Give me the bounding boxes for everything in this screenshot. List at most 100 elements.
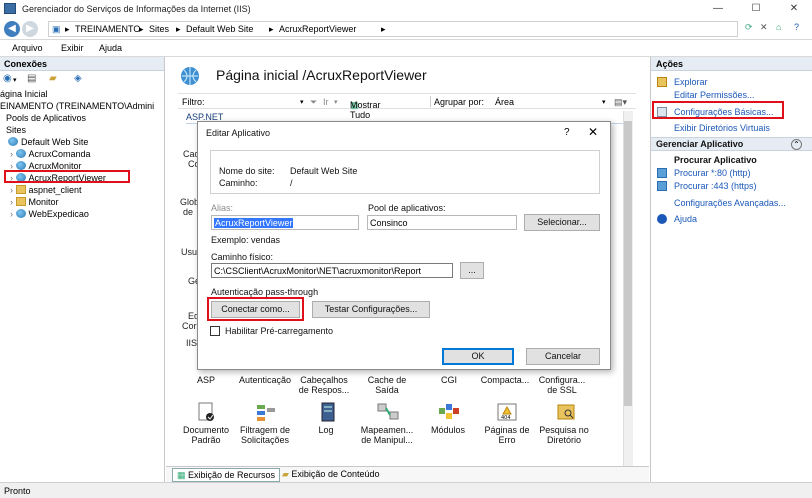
- actions-header: Ações: [651, 57, 812, 71]
- feature-ssl-settings[interactable]: Configura... de SSL: [534, 375, 590, 395]
- feature-request-filtering[interactable]: Filtragem de Solicitações: [237, 425, 293, 445]
- preload-checkbox[interactable]: [210, 326, 220, 336]
- feature-compression[interactable]: Compacta...: [477, 375, 533, 385]
- physical-path-input[interactable]: C:\CSClient\AcruxMonitor\NET\acruxmonito…: [211, 263, 453, 278]
- partial-label: de: [183, 207, 194, 217]
- tree-item-webexpedicao[interactable]: › WebExpedicao: [10, 209, 89, 219]
- app-pool-field[interactable]: Consinco: [367, 215, 517, 230]
- tree-item-aspnet-client[interactable]: › aspnet_client: [10, 185, 82, 195]
- maximize-button[interactable]: ☐: [742, 0, 770, 18]
- home-icon[interactable]: ⌂: [776, 22, 781, 32]
- view-mode-icon[interactable]: ▤▾: [614, 97, 627, 108]
- breadcrumb[interactable]: ▣ ▸ TREINAMENTO ▸ Sites ▸ Default Web Si…: [48, 21, 738, 37]
- folder-up-icon[interactable]: ▰: [49, 73, 57, 84]
- tree-item-monitor[interactable]: › Monitor: [10, 197, 59, 207]
- feature-authentication[interactable]: Autenticação: [237, 375, 293, 385]
- feature-handler-mappings[interactable]: Mapeamen... de Manipul...: [359, 425, 415, 445]
- tree-label: aspnet_client: [28, 185, 82, 195]
- feature-error-pages[interactable]: Páginas de Erro: [479, 425, 535, 445]
- modules-icon: [439, 404, 459, 419]
- connect-as-button[interactable]: Conectar como...: [211, 301, 300, 318]
- menu-ajuda[interactable]: Ajuda: [99, 43, 122, 53]
- help-link[interactable]: Ajuda: [674, 214, 697, 224]
- group-dropdown-icon[interactable]: ▾: [602, 98, 606, 106]
- feature-cgi[interactable]: CGI: [421, 375, 477, 385]
- app-globe-icon: [15, 161, 26, 170]
- globe-icon: [8, 137, 18, 146]
- expand-chevron-icon[interactable]: ›: [10, 209, 16, 219]
- connect-site-icon[interactable]: ◈: [74, 73, 82, 84]
- tab-features-view[interactable]: ▦ Exibição de Recursos: [172, 468, 281, 482]
- tab-content-view[interactable]: ▰ Exibição de Conteúdo: [278, 468, 383, 482]
- go-dropdown-icon[interactable]: ▾: [334, 98, 338, 106]
- content-view-icon: ▰: [282, 469, 292, 479]
- close-window-button[interactable]: ✕: [780, 0, 808, 18]
- alias-field[interactable]: AcruxReportViewer: [211, 215, 359, 230]
- handler-mappings-icon: [377, 403, 399, 420]
- breadcrumb-sep: ▸: [65, 24, 70, 34]
- tab-label: Exibição de Recursos: [188, 470, 276, 480]
- expand-chevron-icon[interactable]: ›: [10, 149, 16, 159]
- app-globe-icon: [15, 149, 26, 158]
- tree-item-server[interactable]: EINAMENTO (TREINAMENTO\Admini: [0, 101, 154, 111]
- help-icon[interactable]: ?: [794, 22, 799, 32]
- back-icon[interactable]: ◀: [4, 21, 20, 37]
- refresh-icon[interactable]: ⟳: [745, 22, 753, 33]
- feature-modules[interactable]: Módulos: [420, 425, 476, 435]
- feature-default-document[interactable]: Documento Padrão: [178, 425, 234, 445]
- select-pool-button[interactable]: Selecionar...: [524, 214, 600, 231]
- cancel-button[interactable]: Cancelar: [526, 348, 600, 365]
- minimize-button[interactable]: —: [704, 0, 732, 18]
- filter-dropdown-icon[interactable]: ▾: [300, 98, 304, 106]
- dialog-close-button[interactable]: ✕: [588, 125, 598, 139]
- view-virtual-dirs-link[interactable]: Exibir Diretórios Virtuais: [674, 123, 770, 133]
- dialog-help-button[interactable]: ?: [564, 127, 570, 138]
- browse-path-button[interactable]: ...: [460, 262, 484, 279]
- partial-label: Usu: [181, 247, 198, 257]
- breadcrumb-item-server[interactable]: TREINAMENTO: [75, 24, 140, 34]
- app-globe-icon: [15, 209, 26, 218]
- browse-icon: [657, 168, 667, 178]
- forward-icon[interactable]: ▶: [22, 21, 38, 37]
- advanced-settings-link[interactable]: Configurações Avançadas...: [674, 198, 786, 208]
- iis-app-icon: [4, 3, 16, 14]
- scrollbar-thumb[interactable]: [624, 121, 632, 406]
- alias-example: Exemplo: vendas: [211, 235, 281, 245]
- default-document-icon: [198, 402, 214, 421]
- stop-icon[interactable]: ✕: [760, 22, 768, 33]
- filter-bar: Filtro: ▾ ⏷ Ir ▾ ▦ Mostrar Tudo Agrupar …: [178, 93, 636, 120]
- tree-item-sites[interactable]: Sites: [6, 125, 26, 135]
- connect-globe-icon[interactable]: ◉: [3, 73, 12, 84]
- feature-response-headers[interactable]: Cabeçalhos de Respos...: [296, 375, 352, 395]
- funnel-icon[interactable]: ⏷: [310, 97, 317, 108]
- save-icon[interactable]: ▤: [27, 73, 36, 84]
- browse-https-link[interactable]: Procurar :443 (https): [674, 181, 757, 191]
- menu-exibir[interactable]: Exibir: [61, 43, 84, 53]
- test-settings-button[interactable]: Testar Configurações...: [312, 301, 430, 318]
- collapse-icon[interactable]: ⌃: [791, 139, 802, 150]
- breadcrumb-item-app[interactable]: AcruxReportViewer: [279, 24, 356, 34]
- feature-logging[interactable]: Log: [298, 425, 354, 435]
- breadcrumb-item-sites[interactable]: Sites: [149, 24, 169, 34]
- breadcrumb-sep: ▸: [139, 24, 144, 34]
- ok-button[interactable]: OK: [442, 348, 514, 365]
- edit-permissions-link[interactable]: Editar Permissões...: [674, 90, 755, 100]
- feature-directory-browsing[interactable]: Pesquisa no Diretório: [536, 425, 592, 445]
- dropdown-icon[interactable]: ▾: [13, 76, 17, 84]
- feature-asp[interactable]: ASP: [178, 375, 234, 385]
- tree-item-default-site[interactable]: Default Web Site: [8, 137, 88, 147]
- explore-link[interactable]: Explorar: [674, 77, 708, 87]
- breadcrumb-item-site[interactable]: Default Web Site: [186, 24, 253, 34]
- connections-toolbar: ◉ ▾ ▤ ▰ ◈: [0, 72, 164, 88]
- feature-output-cache[interactable]: Cache de Saída: [359, 375, 415, 395]
- preload-label: Habilitar Pré-carregamento: [225, 326, 334, 336]
- group-by-select[interactable]: Área: [495, 97, 514, 107]
- menu-bar: Arquivo Exibir Ajuda: [0, 40, 812, 56]
- filter-input[interactable]: [208, 96, 298, 107]
- tree-item-home[interactable]: ágina Inicial: [0, 89, 48, 99]
- tree-item-acruxcomanda[interactable]: › AcruxComanda: [10, 149, 91, 159]
- menu-arquivo[interactable]: Arquivo: [12, 43, 43, 53]
- tree-item-app-pools[interactable]: Pools de Aplicativos: [6, 113, 86, 123]
- go-button[interactable]: Ir: [323, 97, 329, 107]
- browse-http-link[interactable]: Procurar *:80 (http): [674, 168, 751, 178]
